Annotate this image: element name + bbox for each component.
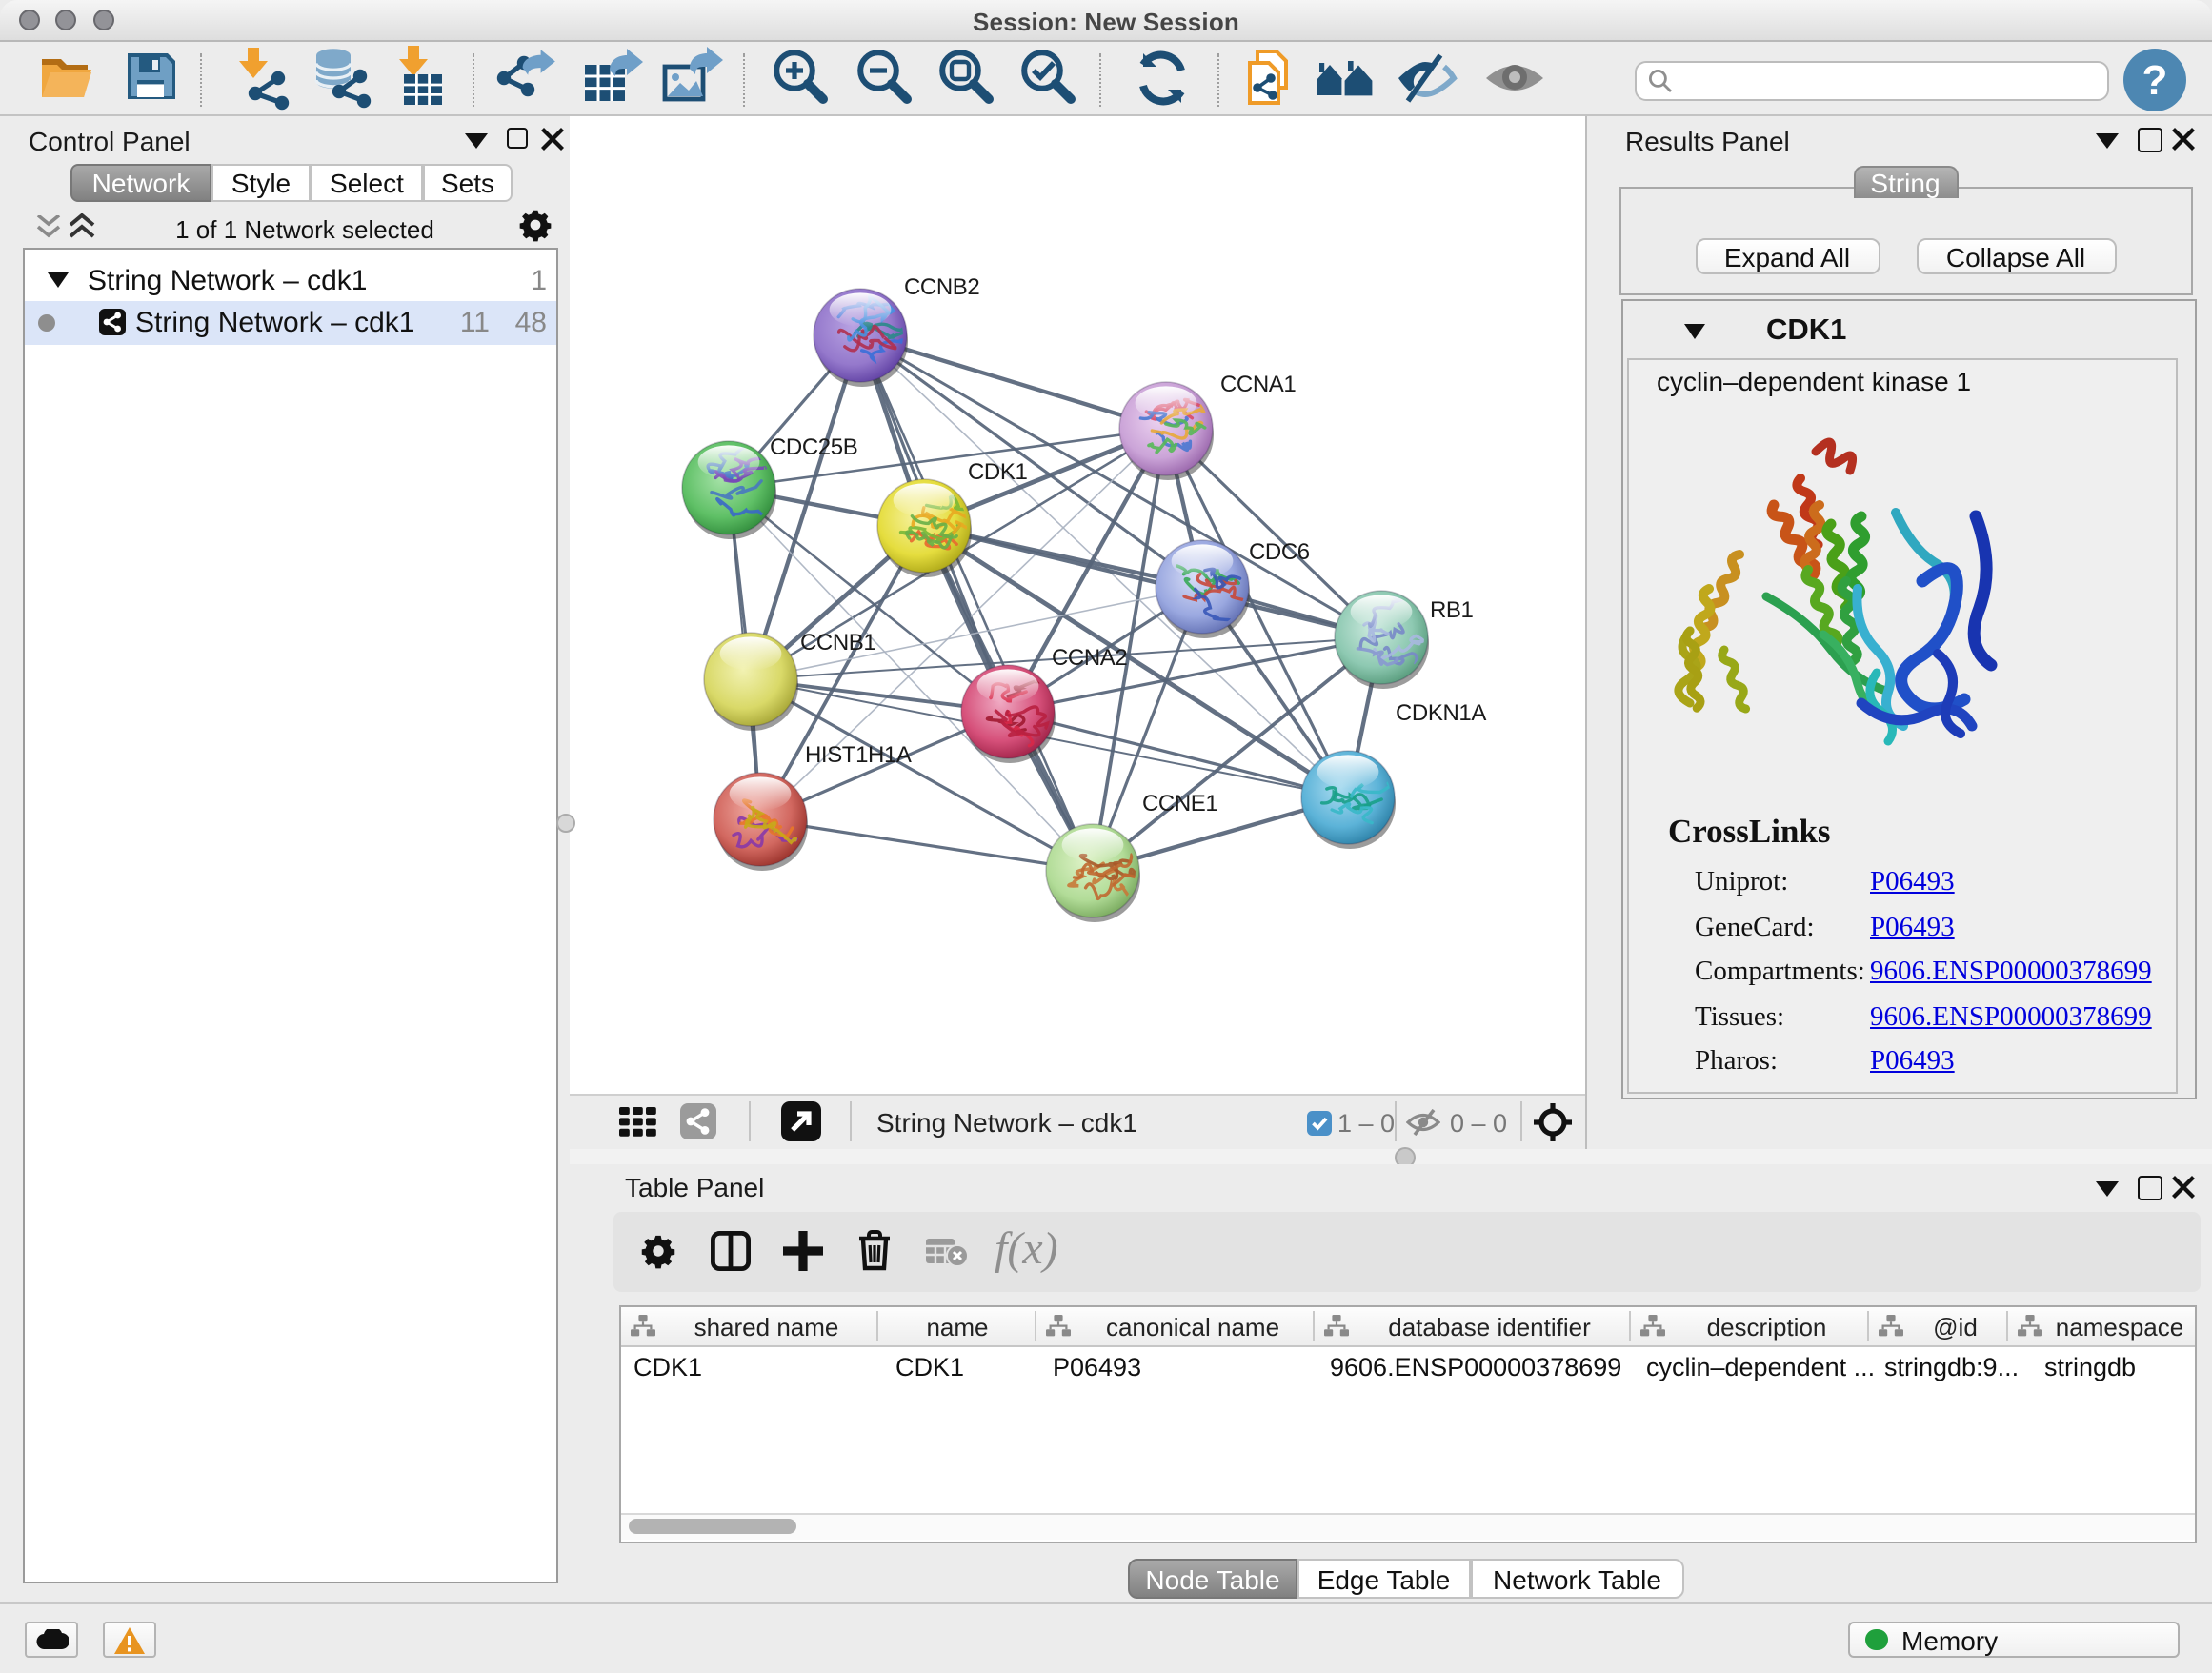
svg-text:CCNB2: CCNB2 <box>904 274 979 300</box>
svg-text:CCNA1: CCNA1 <box>1220 372 1296 397</box>
svg-text:CCNB1: CCNB1 <box>800 630 875 655</box>
svg-text:CDC25B: CDC25B <box>770 434 857 460</box>
svg-text:CDKN1A: CDKN1A <box>1396 700 1486 726</box>
svg-text:CDK1: CDK1 <box>968 459 1027 485</box>
svg-text:CDC6: CDC6 <box>1249 539 1310 565</box>
svg-text:?: ? <box>2142 57 2168 104</box>
svg-text:RB1: RB1 <box>1430 597 1474 623</box>
svg-text:HIST1H1A: HIST1H1A <box>805 742 912 768</box>
svg-text:CCNE1: CCNE1 <box>1142 791 1217 816</box>
svg-text:CCNA2: CCNA2 <box>1052 645 1127 671</box>
